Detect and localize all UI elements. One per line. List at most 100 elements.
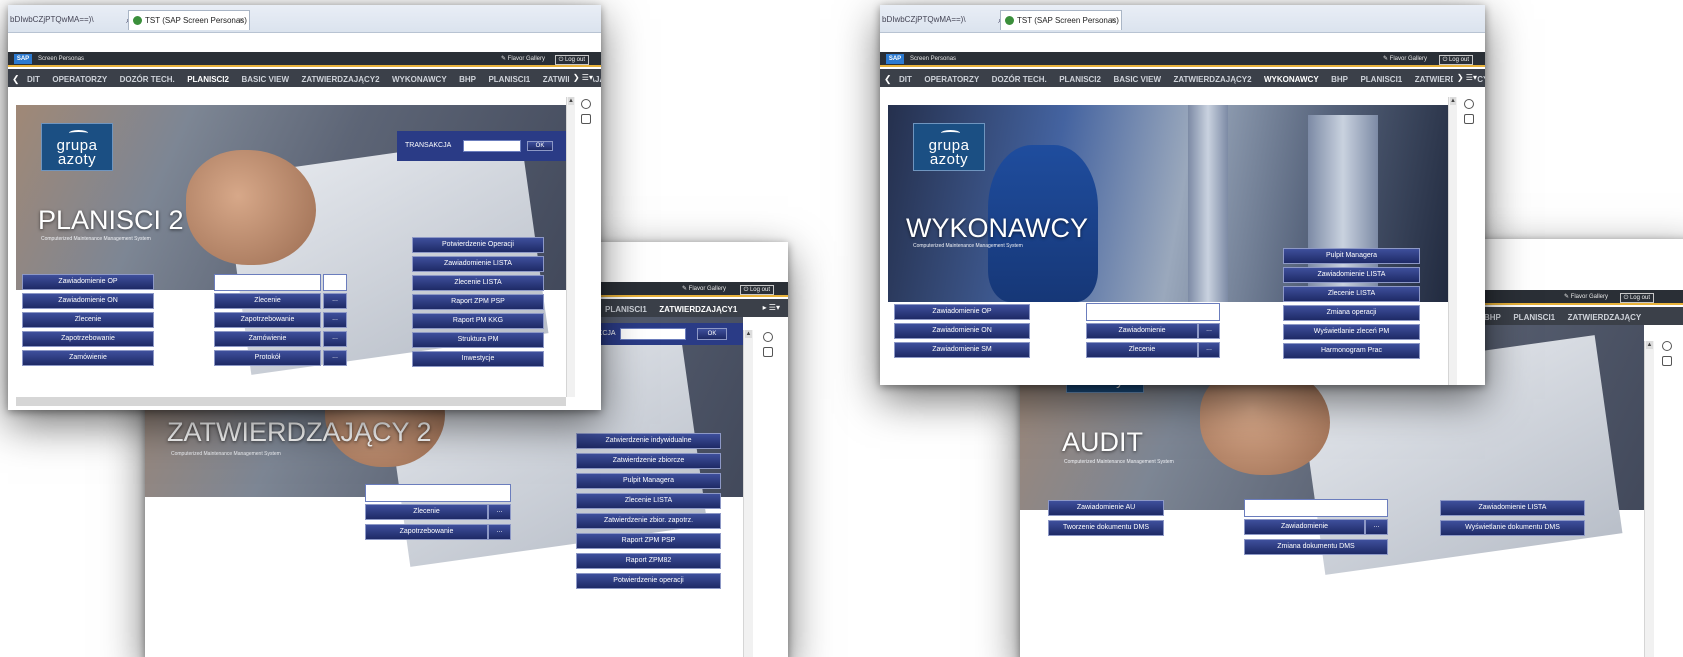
flavor-gallery-link[interactable]: ✎ Flavor Gallery [501,52,545,67]
zlecenie-lista-button[interactable]: Zlecenie LISTA [412,275,544,291]
logout-button[interactable]: ⏻ Log out [554,55,589,65]
raport-pm-kkg-button[interactable]: Raport PM KKG [412,313,544,329]
pulpit-managera-button[interactable]: Pulpit Managera [576,473,721,489]
nav-item-planisci2[interactable]: PLANISCI2 [1059,71,1101,87]
zawiadomienie-on-button[interactable]: Zawiadomienie ON [22,293,154,309]
nav-item-dozor-tech[interactable]: DOZÓR TECH. [992,71,1047,87]
zapotrzebowanie-dots-button[interactable]: ... [323,312,347,328]
wyswietlanie-dokumentu-dms-button[interactable]: Wyświetlanie dokumentu DMS [1440,520,1585,536]
zawiadomienie-button[interactable]: Zawiadomienie [1244,519,1365,535]
ok-button[interactable]: OK [527,141,553,151]
logout-button[interactable]: ⏻ Log out [739,285,774,295]
nav-item-zatwierdzajacy2[interactable]: ZATWIERDZAJĄCY2 [1173,71,1251,87]
nav-more-icon[interactable]: ❯ ☰▾ [1452,69,1477,87]
nav-item-dozor-tech[interactable]: DOZÓR TECH. [120,71,175,87]
zlecenie-dots-button[interactable]: ... [488,504,511,520]
transakcja-input[interactable] [620,328,686,340]
window-icon[interactable] [763,347,773,357]
zmiana-dokumentu-dms-button[interactable]: Zmiana dokumentu DMS [1244,539,1388,555]
zlecenie-button[interactable]: Zlecenie [365,504,488,520]
vertical-scrollbar[interactable]: ▲ [566,97,575,397]
inwestycje-button[interactable]: Inwestycje [412,351,544,367]
tab-close-icon[interactable]: × [1111,11,1116,30]
pulpit-managera-button[interactable]: Pulpit Managera [1283,248,1420,264]
zamowienie-dots-button[interactable]: ... [323,331,347,347]
window-icon[interactable] [1662,356,1672,366]
flavor-gallery-link[interactable]: ✎ Flavor Gallery [682,282,726,297]
object-number-input[interactable] [365,484,511,502]
ok-button[interactable]: OK [697,328,727,340]
nav-item-wykonawcy[interactable]: WYKONAWCY [1264,71,1319,87]
nav-item-bhp[interactable]: BHP [1331,71,1348,87]
nav-item-audit[interactable]: DIT [27,71,40,87]
nav-item-planisci1[interactable]: PLANISCI1 [488,71,530,87]
zawiadomienie-dots-button[interactable]: ... [1365,519,1388,535]
protokol-dots-button[interactable]: ... [323,350,347,366]
raport-zpm-psp-button[interactable]: Raport ZPM PSP [412,294,544,310]
zawiadomienie-dots-button[interactable]: ... [1198,323,1220,339]
potwierdzenie-operacji-button[interactable]: Potwierdzenie Operacji [412,237,544,253]
zawiadomienie-op-button[interactable]: Zawiadomienie OP [22,274,154,290]
browser-tab[interactable]: TST (SAP Screen Personas) × [1000,10,1122,30]
nav-more-icon[interactable]: ❯ ☰▾ [568,69,593,87]
flavor-gallery-link[interactable]: ✎ Flavor Gallery [1383,52,1427,67]
nav-item-planisci1[interactable]: PLANISCI1 [1360,71,1402,87]
nav-item-zatwierdzajacy1[interactable]: ZATWIERDZAJĄCY1 [659,301,737,317]
nav-more-icon[interactable]: ▸ ☰▾ [763,299,780,317]
address-bar[interactable]: bDIwbCZjPTQwMA==)\ [8,12,126,28]
nav-item-zatwierdzajacy[interactable]: ZATWIERDZAJĄCY [1568,309,1642,325]
zatwierdzenie-zbior-zapotrz-button[interactable]: Zatwierdzenie zbior. zapotrz. [576,513,721,529]
object-number-input[interactable] [1086,303,1220,321]
logout-button[interactable]: ⏻ Log out [1619,293,1654,303]
raport-zpm-psp-button[interactable]: Raport ZPM PSP [576,533,721,549]
protokol-button[interactable]: Protokół [214,350,321,366]
zamowienie-button[interactable]: Zamówienie [214,331,321,347]
vertical-scrollbar[interactable]: ▲ [1644,341,1654,657]
nav-item-zatwierdzajacy2[interactable]: ZATWIERDZAJĄCY2 [301,71,379,87]
vertical-scrollbar[interactable]: ▲ [1448,97,1457,385]
harmonogram-prac-button[interactable]: Harmonogram Prac [1283,343,1420,359]
zawiadomienie-lista-button[interactable]: Zawiadomienie LISTA [1283,267,1420,283]
nav-item-operatorzy[interactable]: OPERATORZY [52,71,107,87]
zawiadomienie-button[interactable]: Zawiadomienie [1086,323,1198,339]
zawiadomienie-sm-button[interactable]: Zawiadomienie SM [894,342,1030,358]
tab-close-icon[interactable]: × [239,11,244,30]
struktura-pm-button[interactable]: Struktura PM [412,332,544,348]
nav-item-planisci1[interactable]: PLANISCI1 [1513,309,1555,325]
nav-item-wykonawcy[interactable]: WYKONAWCY [392,71,447,87]
object-number-input[interactable] [1244,499,1388,517]
zamowienie-left-button[interactable]: Zamówienie [22,350,154,366]
nav-item-planisci1[interactable]: PLANISCI1 [605,301,647,317]
nav-prev-icon[interactable]: ❮ [884,70,892,87]
horizontal-scrollbar[interactable] [16,397,566,406]
tworzenie-dokumentu-dms-button[interactable]: Tworzenie dokumentu DMS [1048,520,1164,536]
nav-item-bhp[interactable]: BHP [1484,309,1501,325]
vertical-scrollbar[interactable]: ▲ [743,330,753,657]
zawiadomienie-lista-button[interactable]: Zawiadomienie LISTA [412,256,544,272]
nav-item-basic-view[interactable]: BASIC VIEW [1113,71,1161,87]
zlecenie-dots-button[interactable]: ... [323,293,347,309]
zmiana-operacji-button[interactable]: Zmiana operacji [1283,305,1420,321]
settings-icon[interactable] [581,99,591,109]
potwierdzenie-operacji-button[interactable]: Potwierdzenie operacji [576,573,721,589]
zawiadomienie-au-button[interactable]: Zawiadomienie AU [1048,500,1164,516]
zlecenie-left-button[interactable]: Zlecenie [22,312,154,328]
zlecenie-button[interactable]: Zlecenie [214,293,321,309]
zlecenie-lista-button[interactable]: Zlecenie LISTA [1283,286,1420,302]
zapotrzebowanie-left-button[interactable]: Zapotrzebowanie [22,331,154,347]
nav-item-basic-view[interactable]: BASIC VIEW [241,71,289,87]
object-number-input[interactable] [214,274,321,291]
nav-item-bhp[interactable]: BHP [459,71,476,87]
object-type-input[interactable] [323,274,347,291]
address-bar[interactable]: bDIwbCZjPTQwMA==)\ [880,12,998,28]
wyswietlanie-zlecen-pm-button[interactable]: Wyświetlanie zleceń PM [1283,324,1420,340]
zapotrzebowanie-button[interactable]: Zapotrzebowanie [365,524,488,540]
transakcja-input[interactable] [463,140,521,152]
zlecenie-lista-button[interactable]: Zlecenie LISTA [576,493,721,509]
nav-item-operatorzy[interactable]: OPERATORZY [924,71,979,87]
nav-item-audit[interactable]: DIT [899,71,912,87]
zapotrzebowanie-button[interactable]: Zapotrzebowanie [214,312,321,328]
zawiadomienie-on-button[interactable]: Zawiadomienie ON [894,323,1030,339]
zawiadomienie-op-button[interactable]: Zawiadomienie OP [894,304,1030,320]
settings-icon[interactable] [1662,341,1672,351]
